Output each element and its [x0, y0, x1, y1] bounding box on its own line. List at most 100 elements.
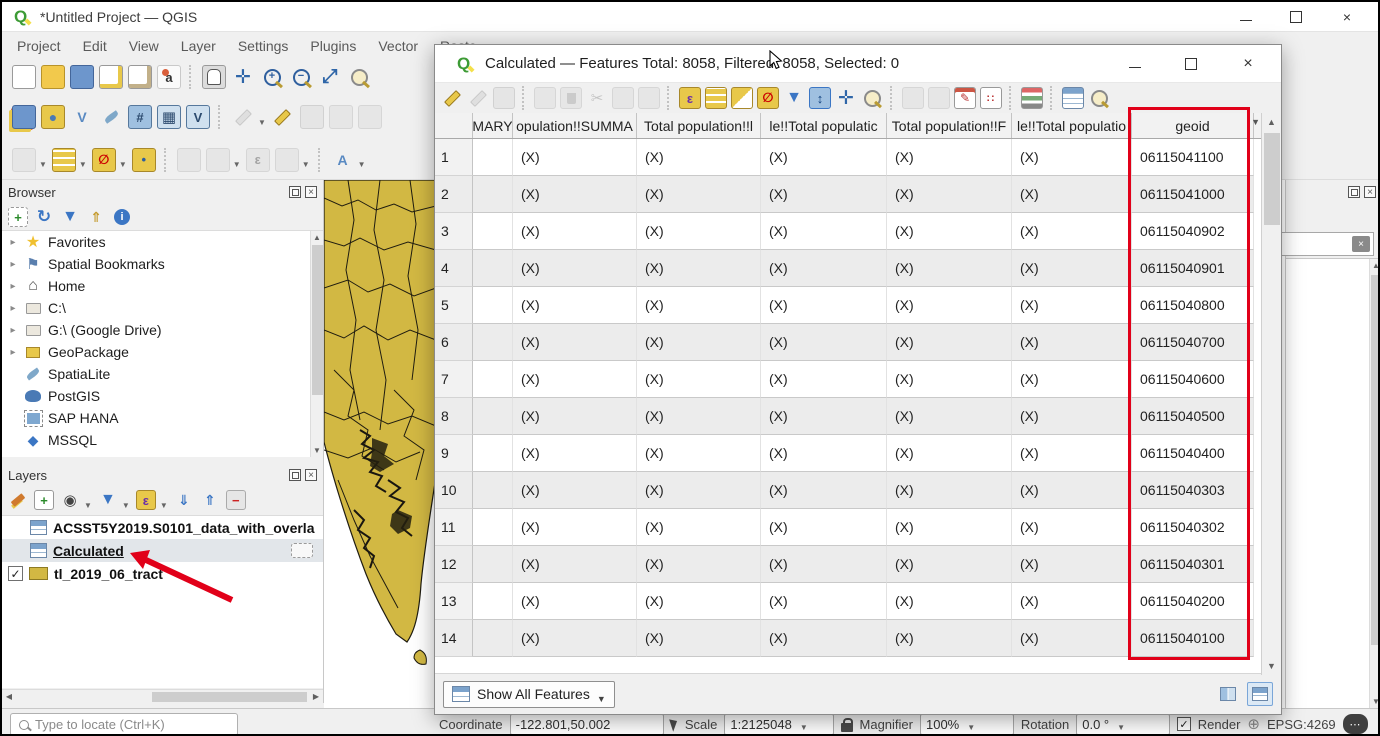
scroll-up-icon[interactable]: ▲ — [311, 231, 323, 244]
table-cell[interactable] — [473, 176, 513, 213]
add-group-icon[interactable]: + — [34, 490, 54, 510]
feature-filter-button[interactable]: Show All Features ▼ — [443, 681, 615, 708]
minimize-button[interactable] — [1240, 13, 1252, 21]
browser-item-postgis[interactable]: PostGIS — [2, 385, 323, 407]
geoid-column-header[interactable]: geoid — [1132, 113, 1254, 138]
table-cell[interactable] — [473, 287, 513, 324]
browser-item-mssql[interactable]: ◆MSSQL — [2, 429, 323, 451]
zoom-full-icon[interactable]: ⤢ — [318, 65, 342, 89]
table-cell[interactable]: (X) — [887, 620, 1012, 657]
add-raster-layer-icon[interactable]: ● — [41, 105, 65, 129]
row-number[interactable]: 4 — [435, 250, 473, 287]
add-vector-layer-icon[interactable] — [12, 105, 36, 129]
messages-bubble-icon[interactable]: ⋯ — [1343, 714, 1368, 734]
table-cell[interactable]: (X) — [761, 472, 887, 509]
table-view-toggle[interactable] — [1247, 682, 1273, 706]
table-cell[interactable]: (X) — [887, 509, 1012, 546]
table-cell[interactable]: (X) — [1012, 546, 1132, 583]
browser-item-favorites[interactable]: ▸★Favorites — [2, 231, 323, 253]
select-by-expression-icon[interactable]: ε — [679, 87, 701, 109]
row-number[interactable]: 7 — [435, 361, 473, 398]
filter-legend-icon[interactable]: ▼ — [98, 490, 118, 510]
table-cell[interactable]: (X) — [513, 435, 637, 472]
scroll-down-icon[interactable]: ▼ — [1370, 695, 1380, 708]
table-cell[interactable]: (X) — [637, 213, 761, 250]
menu-layer[interactable]: Layer — [170, 32, 227, 60]
geoid-cell[interactable]: 06115041000 — [1132, 176, 1254, 213]
panel-close-icon[interactable]: × — [1364, 186, 1376, 198]
table-cell[interactable]: (X) — [761, 509, 887, 546]
geoid-cell[interactable]: 06115040700 — [1132, 324, 1254, 361]
column-header[interactable]: MARY — [473, 113, 513, 138]
table-cell[interactable] — [473, 546, 513, 583]
chevron-down-icon[interactable]: ▼ — [233, 160, 241, 169]
table-cell[interactable]: (X) — [513, 324, 637, 361]
annotation-icon[interactable]: a — [157, 65, 181, 89]
table-cell[interactable]: (X) — [761, 324, 887, 361]
expander-icon[interactable]: ▸ — [8, 347, 18, 358]
expander-icon[interactable]: ▸ — [8, 281, 18, 292]
map-themes-icon[interactable]: ◉ — [60, 490, 80, 510]
table-cell[interactable]: (X) — [887, 361, 1012, 398]
locate-input[interactable]: Type to locate (Ctrl+K) — [10, 713, 238, 736]
close-button[interactable]: × — [1340, 10, 1354, 24]
table-cell[interactable] — [473, 139, 513, 176]
menu-project[interactable]: Project — [6, 32, 72, 60]
add-mesh-layer-icon[interactable]: ▦ — [157, 105, 181, 129]
dialog-titlebar[interactable]: Calculated — Features Total: 8058, Filte… — [435, 45, 1281, 83]
table-cell[interactable]: (X) — [637, 583, 761, 620]
column-header[interactable]: Total population!!l — [637, 113, 761, 138]
dialog-maximize-button[interactable] — [1185, 58, 1197, 70]
geoid-cell[interactable]: 06115040200 — [1132, 583, 1254, 620]
table-cell[interactable]: (X) — [513, 620, 637, 657]
row-number[interactable]: 10 — [435, 472, 473, 509]
layers-float-icon[interactable] — [289, 469, 301, 481]
row-number[interactable]: 12 — [435, 546, 473, 583]
geoid-cell[interactable]: 06115040500 — [1132, 398, 1254, 435]
maximize-button[interactable] — [1290, 11, 1302, 23]
scroll-down-icon[interactable]: ▼ — [1262, 657, 1281, 675]
layer-item-calculated[interactable]: Calculated — [2, 539, 323, 562]
table-cell[interactable]: (X) — [887, 435, 1012, 472]
table-cell[interactable]: (X) — [887, 213, 1012, 250]
toggle-editing-icon[interactable] — [271, 105, 295, 129]
expander-icon[interactable]: ▸ — [8, 303, 18, 314]
geoid-cell[interactable]: 06115040600 — [1132, 361, 1254, 398]
table-cell[interactable]: (X) — [1012, 287, 1132, 324]
scroll-right-icon[interactable]: ▶ — [309, 692, 323, 701]
geoid-cell[interactable]: 06115041100 — [1132, 139, 1254, 176]
geoid-cell[interactable]: 06115040303 — [1132, 472, 1254, 509]
zoom-last-icon[interactable] — [347, 65, 371, 89]
chevron-down-icon[interactable]: ▼ — [302, 160, 310, 169]
extent-toggle-icon[interactable] — [669, 717, 680, 732]
new-geopackage-layer-icon[interactable]: V — [186, 105, 210, 129]
chevron-down-icon[interactable]: ▼ — [160, 501, 168, 510]
table-cell[interactable]: (X) — [887, 324, 1012, 361]
table-cell[interactable]: (X) — [513, 361, 637, 398]
table-cell[interactable]: (X) — [513, 583, 637, 620]
table-cell[interactable] — [473, 361, 513, 398]
table-cell[interactable]: (X) — [637, 250, 761, 287]
geoid-cell[interactable]: 06115040902 — [1132, 213, 1254, 250]
row-number[interactable]: 3 — [435, 213, 473, 250]
table-cell[interactable] — [473, 583, 513, 620]
table-cell[interactable]: (X) — [1012, 361, 1132, 398]
table-cell[interactable]: (X) — [1012, 176, 1132, 213]
layer-item-acsst5y2019-s0101-data-with-overla[interactable]: ACSST5Y2019.S0101_data_with_overla — [2, 516, 323, 539]
table-cell[interactable]: (X) — [1012, 620, 1132, 657]
table-cell[interactable]: (X) — [637, 139, 761, 176]
menu-plugins[interactable]: Plugins — [299, 32, 367, 60]
table-cell[interactable]: (X) — [513, 139, 637, 176]
table-cell[interactable]: (X) — [1012, 509, 1132, 546]
table-cell[interactable]: (X) — [637, 176, 761, 213]
layers-close-icon[interactable]: × — [305, 469, 317, 481]
row-number[interactable]: 13 — [435, 583, 473, 620]
table-cell[interactable]: (X) — [637, 620, 761, 657]
table-cell[interactable]: (X) — [1012, 583, 1132, 620]
table-cell[interactable] — [473, 620, 513, 657]
geoid-cell[interactable]: 06115040100 — [1132, 620, 1254, 657]
table-cell[interactable]: (X) — [887, 583, 1012, 620]
column-header[interactable] — [435, 113, 473, 138]
table-cell[interactable] — [473, 324, 513, 361]
table-cell[interactable] — [473, 435, 513, 472]
